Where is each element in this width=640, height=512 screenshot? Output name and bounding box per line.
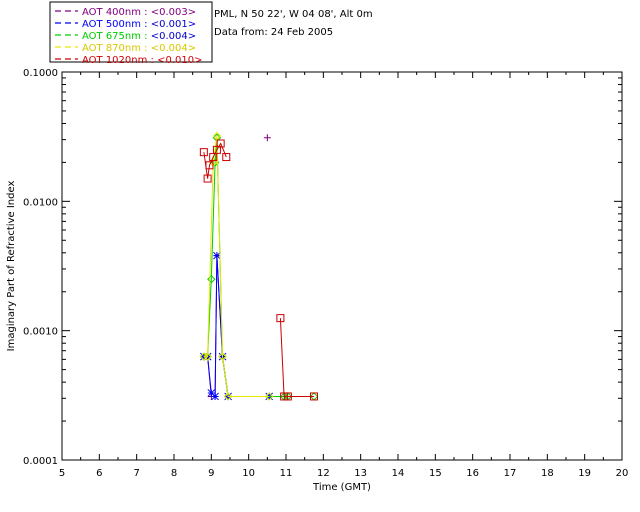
legend-entry: AOT 675nm : <0.004> xyxy=(82,31,196,42)
legend-entry: AOT 1020nm : <0.010> xyxy=(82,55,202,66)
x-tick-label: 15 xyxy=(429,468,442,479)
x-tick-label: 14 xyxy=(392,468,405,479)
legend-entry: AOT 400nm : <0.003> xyxy=(82,7,196,18)
x-axis-label: Time (GMT) xyxy=(312,482,371,493)
x-tick-label: 6 xyxy=(96,468,102,479)
plot-area-frame xyxy=(61,71,623,461)
y-tick-label: 0.1000 xyxy=(23,68,58,79)
x-tick-label: 16 xyxy=(466,468,479,479)
x-tick-label: 20 xyxy=(616,468,629,479)
series-line xyxy=(279,318,314,397)
site-info-label: PML, N 50 22', W 04 08', Alt 0m xyxy=(214,9,373,20)
date-info-label: Data from: 24 Feb 2005 xyxy=(214,27,333,38)
y-axis: 0.0001 0.0010 0.0100 0.1000 xyxy=(23,68,622,467)
data-series xyxy=(199,131,319,401)
x-tick-label: 18 xyxy=(541,468,554,479)
data-point xyxy=(211,392,219,401)
x-tick-label: 8 xyxy=(171,468,177,479)
x-tick-label: 11 xyxy=(280,468,293,479)
x-axis: 5 6 7 8 9 10 11 12 13 14 15 16 17 18 19 20 xyxy=(59,72,629,479)
series-line xyxy=(203,135,270,397)
data-point xyxy=(263,134,271,142)
data-point xyxy=(222,153,231,162)
refractive-index-chart: AOT 400nm : <0.003>AOT 500nm : <0.001>AO… xyxy=(6,1,629,493)
y-tick-label: 0.0100 xyxy=(23,197,58,208)
x-tick-label: 19 xyxy=(578,468,591,479)
x-tick-label: 7 xyxy=(133,468,139,479)
x-tick-label: 13 xyxy=(354,468,367,479)
legend-entry: AOT 870nm : <0.004> xyxy=(82,43,196,54)
y-tick-label: 0.0001 xyxy=(23,456,58,467)
x-tick-label: 17 xyxy=(504,468,517,479)
series-line xyxy=(203,255,270,398)
x-tick-label: 5 xyxy=(59,468,65,479)
y-axis-label: Imaginary Part of Refractive Index xyxy=(6,181,17,352)
x-tick-label: 9 xyxy=(208,468,214,479)
legend-entry: AOT 500nm : <0.001> xyxy=(82,19,196,30)
y-tick-label: 0.0010 xyxy=(23,327,58,338)
x-tick-label: 12 xyxy=(317,468,330,479)
chart-legend: AOT 400nm : <0.003>AOT 500nm : <0.001>AO… xyxy=(49,1,213,66)
x-tick-label: 10 xyxy=(242,468,255,479)
